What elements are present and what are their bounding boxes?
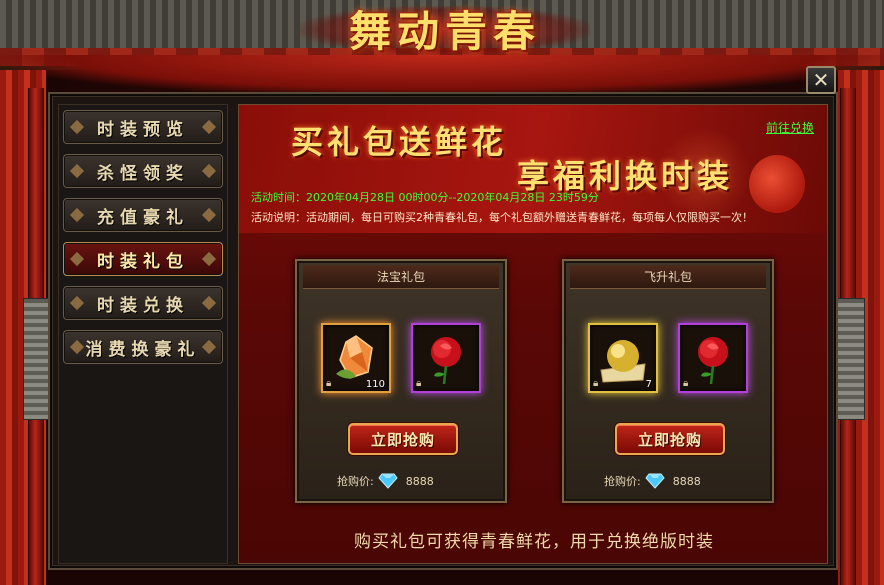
window-title: 舞动青春 bbox=[348, 6, 541, 56]
sidebar: 时装预览 杀怪领奖 充值豪礼 时装礼包 时装兑换 消费换豪礼 bbox=[58, 104, 228, 564]
lock-icon: 🔒︎ bbox=[326, 378, 332, 389]
price-value: 8888 bbox=[672, 474, 701, 488]
price-label: 抢购价: bbox=[604, 475, 641, 488]
lock-icon: 🔒︎ bbox=[593, 378, 599, 389]
price-value: 8888 bbox=[405, 474, 434, 488]
go-exchange-link[interactable]: 前往兑换 bbox=[766, 119, 814, 136]
sidebar-item-label: 时装兑换 bbox=[97, 295, 189, 316]
activity-description-value: 活动期间，每日可购买2种青春礼包，每个礼包额外赠送青春鲜花，每项每人仅限购买一次… bbox=[306, 211, 753, 224]
price-label: 抢购价: bbox=[337, 475, 374, 488]
sidebar-item-kill-reward[interactable]: 杀怪领奖 bbox=[63, 154, 223, 188]
red-rose-icon bbox=[698, 337, 728, 385]
item-count: 7 bbox=[645, 379, 652, 390]
item-slot[interactable]: 🔒︎ 110 bbox=[321, 323, 391, 393]
sidebar-item-label: 充值豪礼 bbox=[97, 207, 189, 228]
sidebar-item-spend-gift[interactable]: 消费换豪礼 bbox=[63, 330, 223, 364]
item-slot[interactable]: 🔒︎ 7 bbox=[588, 323, 658, 393]
buy-now-label: 立即抢购 bbox=[370, 430, 435, 449]
pack-title: 法宝礼包 bbox=[376, 270, 425, 284]
activity-description: 活动说明：活动期间，每日可购买2种青春礼包，每个礼包额外赠送青春鲜花，每项每人仅… bbox=[251, 209, 753, 225]
item-slot[interactable]: 🔒︎ bbox=[411, 323, 481, 393]
activity-time-value: 2020年04月28日 00时00分--2020年04月28日 23时59分 bbox=[306, 191, 599, 204]
pack-title-bar: 法宝礼包 bbox=[303, 265, 499, 289]
close-icon: ✕ bbox=[812, 68, 830, 92]
left-pillar bbox=[23, 88, 53, 585]
lock-icon: 🔒︎ bbox=[416, 378, 422, 389]
activity-description-label: 活动说明： bbox=[251, 211, 306, 224]
content-panel: 买礼包送鲜花 享福利换时装 前往兑换 活动时间：2020年04月28日 00时0… bbox=[238, 104, 828, 564]
red-rose-icon bbox=[431, 337, 461, 385]
buy-now-button[interactable]: 立即抢购 bbox=[615, 423, 725, 455]
sidebar-item-label: 时装预览 bbox=[97, 119, 189, 140]
item-slot[interactable]: 🔒︎ bbox=[678, 323, 748, 393]
price-row: 抢购价: 8888 bbox=[604, 473, 701, 489]
sidebar-item-fashion-preview[interactable]: 时装预览 bbox=[63, 110, 223, 144]
diamond-icon bbox=[378, 473, 398, 489]
title-banner: 舞动青春 bbox=[280, 0, 610, 56]
lock-icon: 🔒︎ bbox=[683, 378, 689, 389]
lantern-decoration bbox=[749, 155, 805, 213]
slogan-buy-pack: 买礼包送鲜花 bbox=[291, 123, 508, 161]
sidebar-item-fashion-pack[interactable]: 时装礼包 bbox=[63, 242, 223, 276]
footer-note: 购买礼包可获得青春鲜花，用于兑换绝版时装 bbox=[354, 532, 714, 552]
orange-crystal-icon bbox=[336, 335, 373, 379]
buy-now-label: 立即抢购 bbox=[637, 430, 702, 449]
right-pillar bbox=[835, 88, 865, 585]
close-button[interactable]: ✕ bbox=[806, 66, 836, 94]
sidebar-item-label: 时装礼包 bbox=[97, 251, 189, 272]
sidebar-item-label: 杀怪领奖 bbox=[97, 163, 189, 184]
pack-card-fabao: 法宝礼包 🔒︎ 110 🔒︎ 立即抢购 抢购价: 8888 bbox=[295, 259, 507, 503]
buy-now-button[interactable]: 立即抢购 bbox=[348, 423, 458, 455]
sidebar-item-fashion-exchange[interactable]: 时装兑换 bbox=[63, 286, 223, 320]
golden-orb-icon bbox=[600, 340, 646, 383]
pack-card-feisheng: 飞升礼包 🔒︎ 7 🔒︎ 立即抢购 抢购价: 8888 bbox=[562, 259, 774, 503]
activity-time: 活动时间：2020年04月28日 00时00分--2020年04月28日 23时… bbox=[251, 189, 599, 205]
item-count: 110 bbox=[365, 379, 385, 390]
activity-time-label: 活动时间： bbox=[251, 191, 306, 204]
pack-title-bar: 飞升礼包 bbox=[570, 265, 766, 289]
sidebar-item-label: 消费换豪礼 bbox=[85, 339, 201, 360]
diamond-icon bbox=[645, 473, 665, 489]
pack-title: 飞升礼包 bbox=[643, 270, 692, 284]
promo-header: 买礼包送鲜花 享福利换时装 前往兑换 活动时间：2020年04月28日 00时0… bbox=[239, 105, 827, 233]
price-row: 抢购价: 8888 bbox=[337, 473, 434, 489]
red-drape bbox=[0, 55, 884, 95]
sidebar-item-recharge-gift[interactable]: 充值豪礼 bbox=[63, 198, 223, 232]
